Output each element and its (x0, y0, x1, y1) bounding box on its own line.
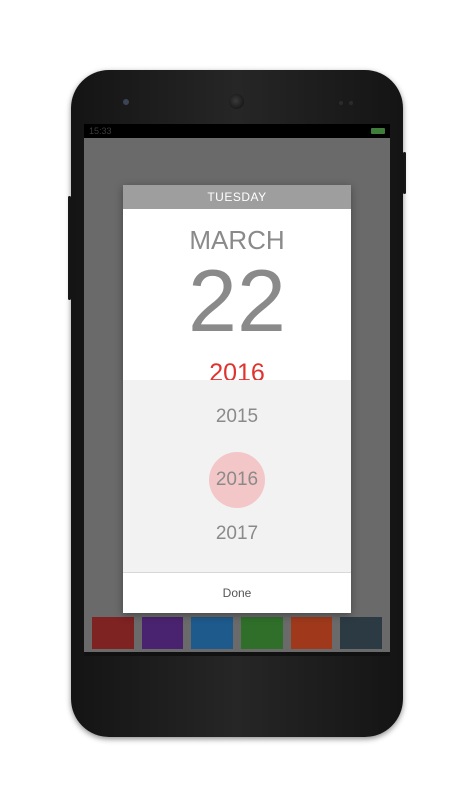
battery-icon (371, 128, 385, 134)
color-swatch[interactable] (141, 617, 184, 649)
proximity-sensor (339, 101, 343, 105)
day-label[interactable]: 22 (123, 253, 351, 349)
status-time: 15:33 (89, 126, 112, 136)
year-item[interactable]: 2015 (123, 390, 351, 444)
earpiece-speaker (229, 94, 244, 109)
weekday-label: TUESDAY (123, 185, 351, 209)
date-header: MARCH 22 2016 (123, 209, 351, 387)
light-sensor (349, 101, 353, 105)
date-picker-dialog: TUESDAY MARCH 22 2016 2015 2016 2017 Don… (123, 185, 351, 613)
status-bar: 15:33 (84, 124, 390, 138)
year-item-selected[interactable]: 2016 (123, 453, 351, 507)
power-button[interactable] (403, 152, 406, 194)
color-swatch[interactable] (92, 617, 134, 649)
year-list[interactable]: 2015 2016 2017 (123, 380, 351, 572)
color-swatch[interactable] (290, 617, 333, 649)
color-swatch[interactable] (191, 617, 234, 649)
color-swatches (92, 617, 383, 649)
color-swatch[interactable] (340, 617, 383, 649)
front-camera-icon (123, 99, 129, 105)
done-button[interactable]: Done (123, 573, 351, 613)
color-swatch[interactable] (241, 617, 283, 649)
navigation-bar (84, 652, 390, 656)
year-item[interactable]: 2017 (123, 507, 351, 561)
